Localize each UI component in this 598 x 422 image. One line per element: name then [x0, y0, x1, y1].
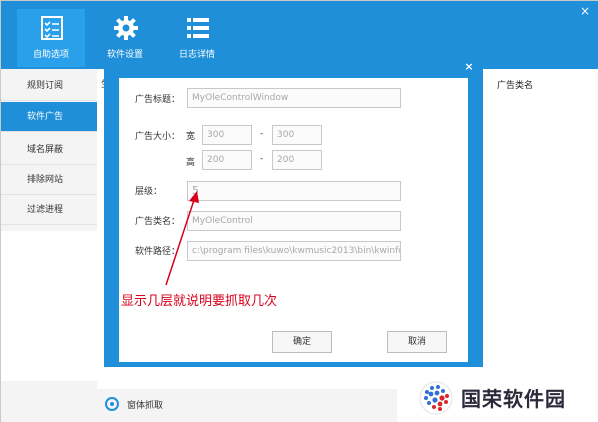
- sidebar-item-filter-process[interactable]: 过滤进程: [1, 195, 97, 225]
- cancel-button[interactable]: 取消: [387, 331, 447, 353]
- window-close-button[interactable]: ×: [577, 3, 593, 19]
- width-min-field[interactable]: 300: [202, 125, 252, 145]
- sidebar-item-domain-block[interactable]: 域名屏蔽: [1, 135, 97, 165]
- height-max-field[interactable]: 200: [272, 150, 322, 170]
- ok-button[interactable]: 确定: [272, 331, 332, 353]
- window-capture-button[interactable]: 窗体抓取: [105, 395, 205, 415]
- column-header-ad-class[interactable]: 广告类名: [497, 78, 533, 91]
- ad-title-label: 广告标题：: [135, 95, 181, 105]
- software-path-field[interactable]: c:\program files\kuwo\kwmusic2013\bin\kw…: [187, 241, 401, 261]
- height-min-field[interactable]: 200: [202, 150, 252, 170]
- range-dash: -: [260, 129, 264, 139]
- gear-icon: [114, 16, 138, 40]
- target-icon: [105, 397, 119, 411]
- ad-class-field[interactable]: MyOleControl: [187, 211, 401, 231]
- ad-class-label: 广告类名：: [135, 217, 181, 227]
- toolbar-auto-options-button[interactable]: 自助选项: [17, 9, 85, 67]
- range-dash: -: [260, 154, 264, 164]
- level-label: 层级：: [135, 187, 163, 197]
- watermark-logo-icon: [419, 381, 453, 415]
- window-capture-label: 窗体抓取: [127, 401, 164, 411]
- dialog-close-button[interactable]: ×: [462, 60, 476, 74]
- sidebar-item-exclude-sites[interactable]: 排除网站: [1, 165, 97, 195]
- sidebar-item-rule-subscription[interactable]: 规则订阅: [1, 71, 97, 101]
- software-path-label: 软件路径：: [135, 247, 181, 257]
- annotation-text: 显示几层就说明要抓取几次: [121, 294, 278, 309]
- app-window: 自助选项 软件设置 日志详情 × 规则订阅 软件广告 域名屏蔽 排除网站 过滤进…: [0, 0, 598, 422]
- height-label: 高: [186, 158, 196, 168]
- toolbar-item-label: 自助选项: [32, 50, 69, 60]
- sidebar: 规则订阅 软件广告 域名屏蔽 排除网站 过滤进程: [1, 71, 97, 231]
- width-max-field[interactable]: 300: [272, 125, 322, 145]
- width-label: 宽: [186, 132, 196, 142]
- sidebar-background: [1, 231, 97, 381]
- ad-title-field[interactable]: MyOleControlWindow: [187, 88, 401, 108]
- watermark-text: 国荣软件园: [461, 387, 566, 411]
- sidebar-item-software-ads[interactable]: 软件广告: [1, 102, 97, 132]
- log-list-icon: [187, 18, 209, 38]
- checklist-icon: [41, 16, 63, 40]
- level-field[interactable]: 5: [187, 181, 401, 201]
- ad-size-label: 广告大小：: [135, 132, 181, 142]
